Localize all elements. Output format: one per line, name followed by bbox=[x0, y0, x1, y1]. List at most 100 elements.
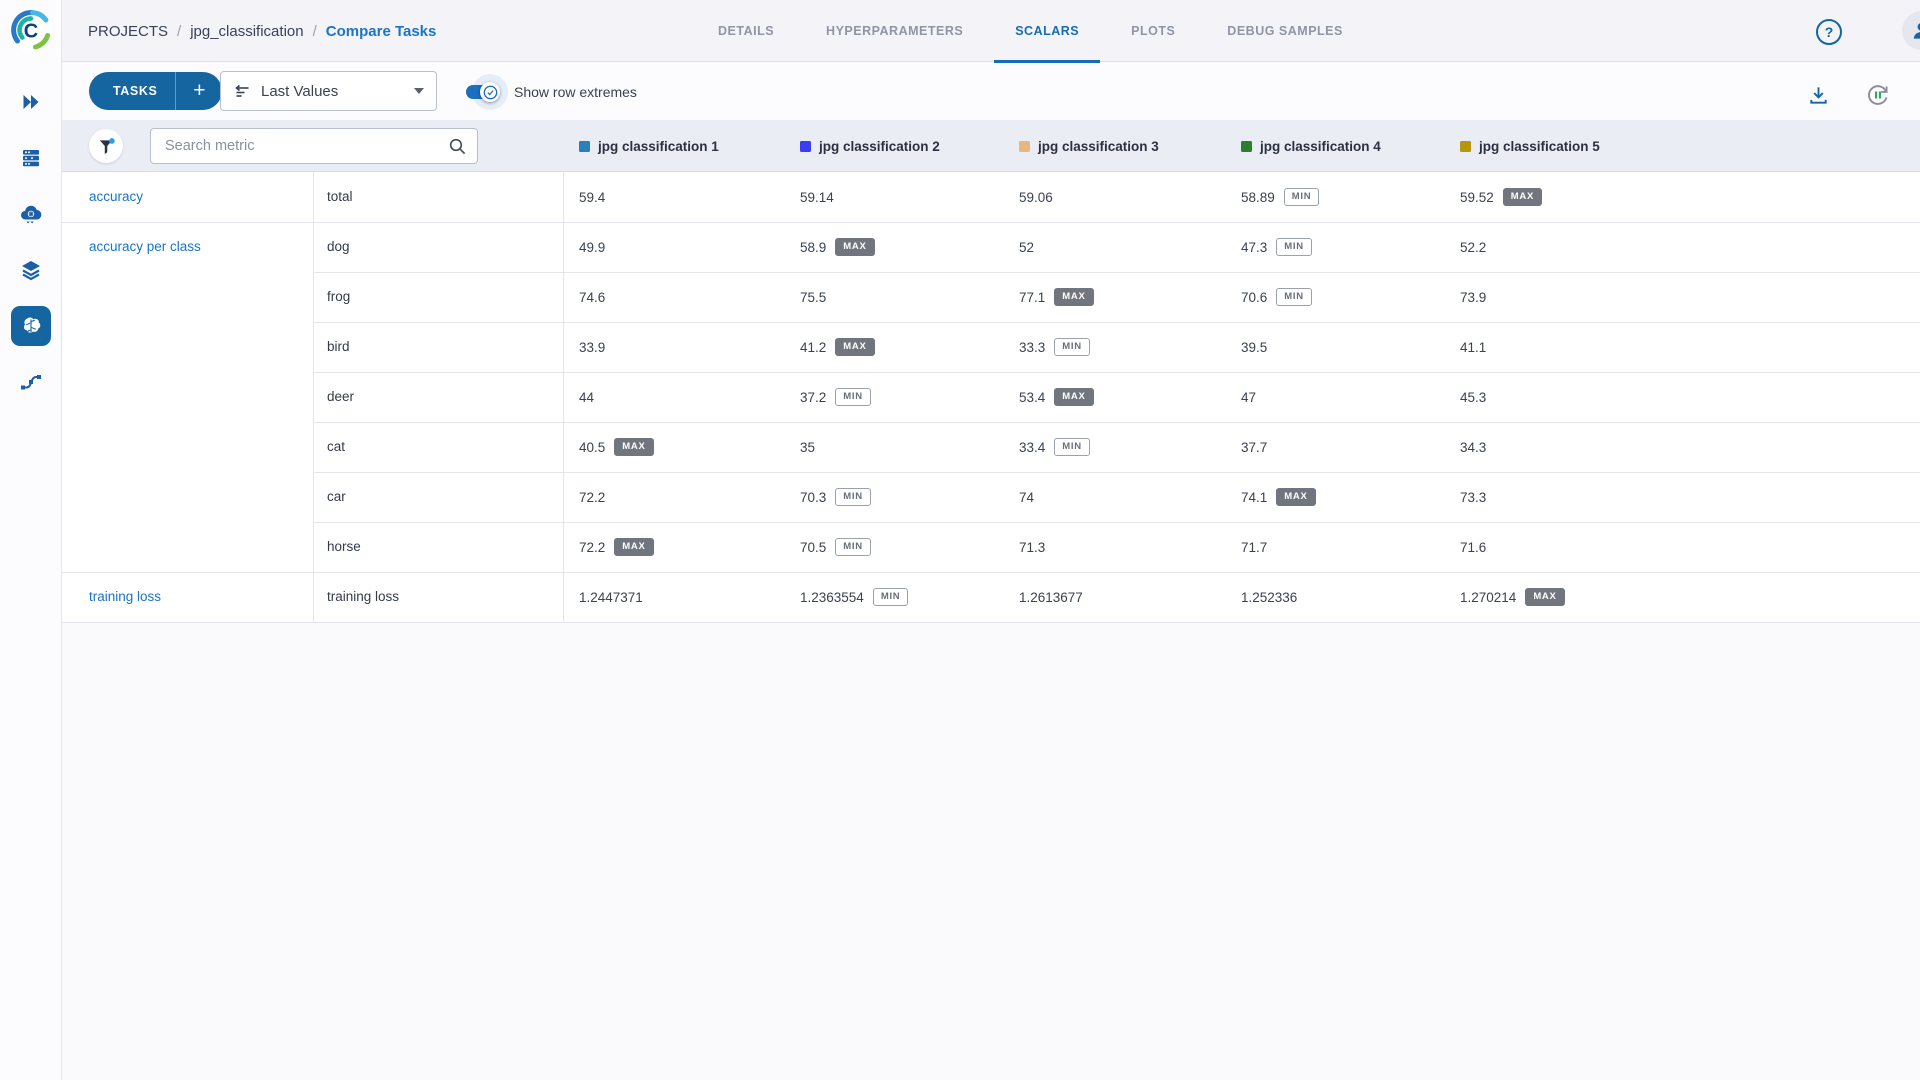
metric-value: 1.252336 bbox=[1241, 572, 1297, 622]
min-badge: MIN bbox=[1276, 238, 1312, 256]
metric-value: 33.3MIN bbox=[1019, 322, 1090, 372]
variant-label: frog bbox=[327, 272, 350, 322]
metric-value: 73.3 bbox=[1460, 472, 1486, 522]
metric-value: 47.3 MIN bbox=[1241, 222, 1312, 272]
download-csv-icon[interactable] bbox=[1807, 84, 1830, 112]
auto-refresh-icon[interactable] bbox=[1865, 82, 1891, 113]
metric-value: 71.3 bbox=[1019, 522, 1045, 572]
filter-icon[interactable] bbox=[89, 129, 123, 163]
value-text: 41.2 bbox=[800, 340, 826, 355]
breadcrumb-projects[interactable]: PROJECTS bbox=[88, 23, 168, 40]
variant-label: dog bbox=[327, 222, 350, 272]
value-text: 72.2 bbox=[579, 490, 605, 505]
metric-value: 74.6 bbox=[579, 272, 605, 322]
workers-queues-icon[interactable] bbox=[11, 138, 51, 178]
value-text: 70.3 bbox=[800, 490, 826, 505]
value-text: 37.7 bbox=[1241, 440, 1267, 455]
metric-value: 52 bbox=[1019, 222, 1034, 272]
experiment-color-swatch bbox=[1460, 141, 1471, 152]
metric-value: 1.2613677 bbox=[1019, 572, 1083, 622]
metric-link[interactable]: accuracy bbox=[89, 172, 143, 222]
experiment-color-swatch bbox=[1241, 141, 1252, 152]
max-badge: MAX bbox=[1525, 588, 1564, 606]
value-text: 58.9 bbox=[800, 240, 826, 255]
metric-value: 59.52MAX bbox=[1460, 172, 1542, 222]
value-text: 37.2 bbox=[800, 390, 826, 405]
datasets-icon[interactable] bbox=[11, 250, 51, 290]
search-metric-input[interactable] bbox=[165, 138, 448, 154]
value-text: 52 bbox=[1019, 240, 1034, 255]
metric-value: 74 bbox=[1019, 472, 1034, 522]
metric-value: 44 bbox=[579, 372, 594, 422]
table-row: car72.270.3MIN7474.1MAX73.3 bbox=[62, 472, 1920, 522]
tab-plots[interactable]: PLOTS bbox=[1110, 0, 1196, 62]
experiment-color-swatch bbox=[800, 141, 811, 152]
metric-value: 41.1 bbox=[1460, 322, 1486, 372]
values-mode-dropdown[interactable]: Last Values bbox=[220, 71, 437, 111]
value-text: 73.3 bbox=[1460, 490, 1486, 505]
metric-value: 40.5MAX bbox=[579, 422, 654, 472]
variant-label: horse bbox=[327, 522, 361, 572]
value-text: 1.2363554 bbox=[800, 590, 864, 605]
add-task-button[interactable]: + bbox=[176, 79, 222, 103]
experiment-name: jpg classification 2 bbox=[819, 139, 940, 154]
projects-icon[interactable] bbox=[11, 82, 51, 122]
metric-value: 34.3 bbox=[1460, 422, 1486, 472]
variant-label: training loss bbox=[327, 572, 399, 622]
experiment-header: jpg classification 5 bbox=[1460, 120, 1600, 172]
min-badge: MIN bbox=[835, 488, 871, 506]
pipelines-icon[interactable] bbox=[11, 362, 51, 402]
svg-text:C: C bbox=[24, 21, 38, 43]
value-text: 71.3 bbox=[1019, 540, 1045, 555]
help-icon[interactable]: ? bbox=[1816, 19, 1842, 45]
min-badge: MIN bbox=[835, 388, 871, 406]
metric-value: 47 bbox=[1241, 372, 1256, 422]
experiment-header: jpg classification 2 bbox=[800, 120, 940, 172]
experiment-name: jpg classification 1 bbox=[598, 139, 719, 154]
tab-debug-samples[interactable]: DEBUG SAMPLES bbox=[1206, 0, 1364, 62]
metric-value: 39.5 bbox=[1241, 322, 1267, 372]
metric-value: 52.2 bbox=[1460, 222, 1486, 272]
search-metric-box bbox=[150, 128, 478, 164]
show-row-extremes-label: Show row extremes bbox=[514, 83, 637, 102]
value-text: 74 bbox=[1019, 490, 1034, 505]
scalars-toolbar: TASKS + Last Values Show row extremes bbox=[62, 63, 1920, 120]
metric-value: 58.89MIN bbox=[1241, 172, 1319, 222]
models-icon[interactable] bbox=[11, 306, 51, 346]
applications-icon[interactable] bbox=[11, 194, 51, 234]
show-row-extremes-toggle[interactable] bbox=[466, 83, 500, 101]
value-text: 33.3 bbox=[1019, 340, 1045, 355]
breadcrumb-project-name[interactable]: jpg_classification bbox=[190, 23, 303, 40]
value-text: 77.1 bbox=[1019, 290, 1045, 305]
metric-link[interactable]: training loss bbox=[89, 572, 161, 622]
value-text: 44 bbox=[579, 390, 594, 405]
tab-scalars[interactable]: SCALARS bbox=[994, 0, 1100, 62]
value-text: 59.52 bbox=[1460, 190, 1494, 205]
max-badge: MAX bbox=[1054, 288, 1093, 306]
table-row: accuracy per classdog49.958.9MAX5247.3MI… bbox=[62, 222, 1920, 272]
breadcrumb-current-page[interactable]: Compare Tasks bbox=[326, 23, 437, 40]
value-text: 71.7 bbox=[1241, 540, 1267, 555]
tasks-button[interactable]: TASKS bbox=[89, 84, 175, 98]
metric-link[interactable]: accuracy per class bbox=[89, 222, 201, 272]
table-row: bird33.941.2MAX33.3MIN39.541.1 bbox=[62, 322, 1920, 372]
value-text: 39.5 bbox=[1241, 340, 1267, 355]
clearml-logo-icon[interactable]: C bbox=[9, 8, 53, 52]
value-text: 75.5 bbox=[800, 290, 826, 305]
variant-label: car bbox=[327, 472, 346, 522]
value-text: 53.4 bbox=[1019, 390, 1045, 405]
value-text: 47.3 bbox=[1241, 240, 1267, 255]
value-text: 59.4 bbox=[579, 190, 605, 205]
user-avatar[interactable] bbox=[1902, 11, 1920, 50]
metric-value: 75.5 bbox=[800, 272, 826, 322]
metric-value: 37.2 MIN bbox=[800, 372, 871, 422]
tab-details[interactable]: DETAILS bbox=[697, 0, 795, 62]
metric-value: 71.7 bbox=[1241, 522, 1267, 572]
sort-icon bbox=[233, 82, 251, 100]
tab-hyperparameters[interactable]: HYPERPARAMETERS bbox=[805, 0, 984, 62]
metric-value: 73.9 bbox=[1460, 272, 1486, 322]
max-badge: MAX bbox=[1054, 388, 1093, 406]
experiment-name: jpg classification 4 bbox=[1260, 139, 1381, 154]
value-text: 34.3 bbox=[1460, 440, 1486, 455]
toggle-thumb bbox=[480, 82, 500, 102]
